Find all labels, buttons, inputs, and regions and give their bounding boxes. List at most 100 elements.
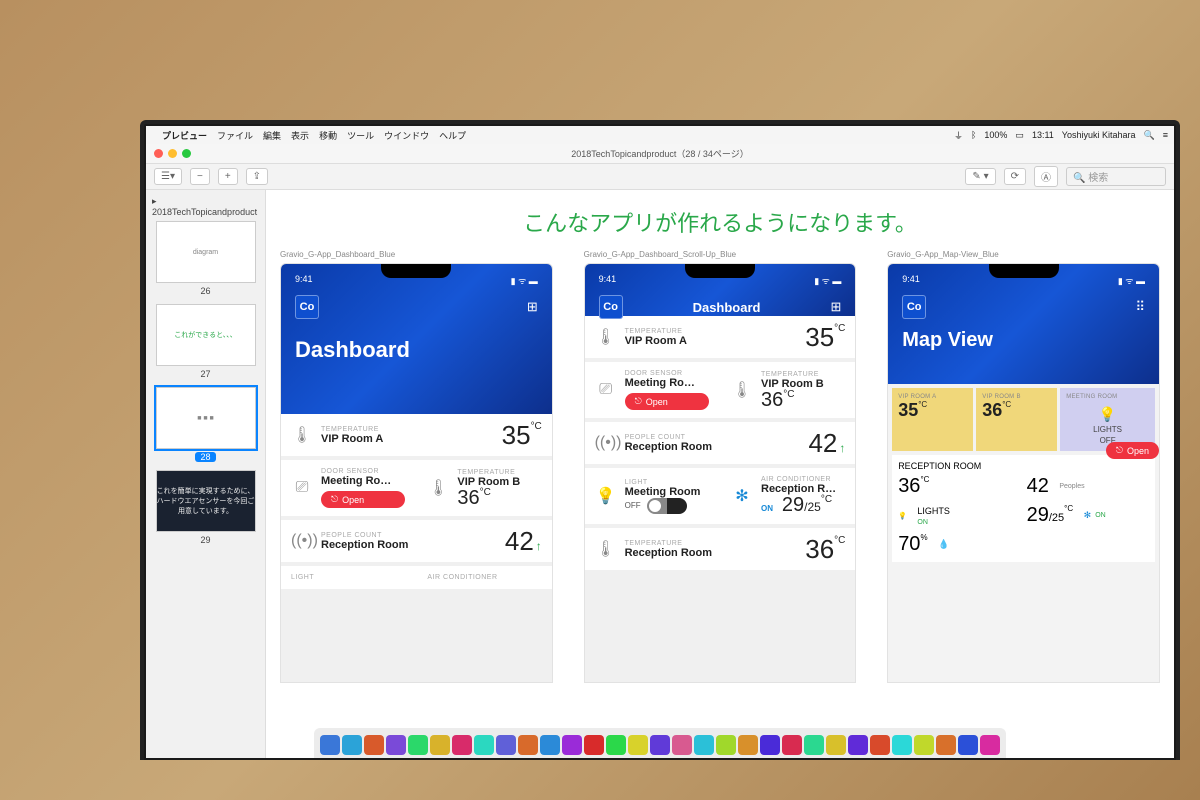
app-logo[interactable]: Co xyxy=(295,295,319,319)
dock-app[interactable] xyxy=(914,735,934,755)
dock-app[interactable] xyxy=(738,735,758,755)
card-reception-temp[interactable]: 🌡 TEMPERATURE Reception Room 36°C xyxy=(585,528,856,570)
dock-app[interactable] xyxy=(452,735,472,755)
menubar-user[interactable]: Yoshiyuki Kitahara xyxy=(1062,130,1136,140)
menu-tools[interactable]: ツール xyxy=(347,129,374,142)
card-light-cut[interactable]: LIGHT xyxy=(281,566,415,589)
menu-window[interactable]: ウインドウ xyxy=(384,129,429,142)
card-meeting-door-2[interactable]: ⎚ DOOR SENSOR Meeting Ro… ⎋ Open xyxy=(585,362,719,418)
dock-app[interactable] xyxy=(980,735,1000,755)
notch-icon xyxy=(685,264,755,278)
sidebar-toggle-button[interactable]: ☰▾ xyxy=(154,168,182,185)
card-vip-b-temp-2[interactable]: 🌡 TEMPERATURE VIP Room B 36°C xyxy=(721,363,855,418)
laptop-frame: プレビュー ファイル 編集 表示 移動 ツール ウインドウ ヘルプ ⏚ ᛒ 10… xyxy=(140,120,1180,760)
notch-icon xyxy=(989,264,1059,278)
dock-app[interactable] xyxy=(672,735,692,755)
dock-app[interactable] xyxy=(430,735,450,755)
dock-app[interactable] xyxy=(408,735,428,755)
dock-app[interactable] xyxy=(804,735,824,755)
zoom-out-button[interactable]: − xyxy=(190,168,210,185)
card-meeting-door[interactable]: ⎚ DOOR SENSOR Meeting Ro… ⎋ Open xyxy=(281,460,415,516)
clock[interactable]: 13:11 xyxy=(1032,130,1054,140)
card-reception-people[interactable]: ((•)) PEOPLE COUNT Reception Room 42↑ xyxy=(281,520,552,562)
dock-app[interactable] xyxy=(364,735,384,755)
dock-app[interactable] xyxy=(848,735,868,755)
thumb-27[interactable]: これができると、、、 27 xyxy=(152,304,259,379)
sidebar-doc-name[interactable]: ▸ 2018TechTopicandproduct xyxy=(152,196,259,217)
dock-app[interactable] xyxy=(826,735,846,755)
dock-app[interactable] xyxy=(958,735,978,755)
bluetooth-icon[interactable]: ᛒ xyxy=(971,130,976,140)
tile-reception[interactable]: RECEPTION ROOM 36°C 42 Peoples 💡 LIGHTSO… xyxy=(892,455,1155,562)
card-reception-people-2[interactable]: ((•)) PEOPLE COUNT Reception Room 42↑ xyxy=(585,422,856,464)
grid-view-icon[interactable]: ⠿ xyxy=(1135,299,1145,315)
app-logo[interactable]: Co xyxy=(902,295,926,319)
card-light-meeting[interactable]: 💡 LIGHT Meeting Room OFF xyxy=(585,471,719,522)
thumb-29[interactable]: これを簡単に実現するために、ハードウエアセンサーを今回ご用意しています。 29 xyxy=(152,470,259,545)
annotate-button[interactable]: Ⓐ xyxy=(1034,166,1058,187)
card-vip-a-temp-2[interactable]: 🌡 TEMPERATURE VIP Room A 35°C xyxy=(585,316,856,358)
dock-app[interactable] xyxy=(562,735,582,755)
card-vip-b-temp[interactable]: 🌡 TEMPERATURE VIP Room B 36°C xyxy=(417,461,551,516)
mock-label-2: Gravio_G-App_Dashboard_Scroll-Up_Blue xyxy=(584,250,857,259)
notification-center-icon[interactable]: ≡ xyxy=(1163,130,1168,140)
menu-file[interactable]: ファイル xyxy=(217,129,253,142)
thermometer-icon: 🌡 xyxy=(731,380,753,400)
menu-help[interactable]: ヘルプ xyxy=(439,129,466,142)
tile-vip-b[interactable]: VIP ROOM B 36°C xyxy=(976,388,1057,451)
tile-meeting[interactable]: MEETING ROOM 💡 LIGHTS OFF ⎋ Open xyxy=(1060,388,1155,451)
grid-view-icon[interactable]: ⊞ xyxy=(527,299,538,315)
dock-app[interactable] xyxy=(540,735,560,755)
droplet-icon: 💧 xyxy=(938,539,949,550)
macos-dock[interactable] xyxy=(314,728,1006,758)
share-button[interactable]: ⇪ xyxy=(246,168,268,185)
mock-label-3: Gravio_G-App_Map-View_Blue xyxy=(887,250,1160,259)
people-icon: ((•)) xyxy=(595,434,617,452)
dock-app[interactable] xyxy=(650,735,670,755)
phone-mock-1: 9:41 ▮ ᯤ ▬ Co ⊞ Dashboard 🌡 xyxy=(280,263,553,683)
dock-app[interactable] xyxy=(474,735,494,755)
spotlight-icon[interactable]: 🔍 xyxy=(1144,130,1155,141)
dock-app[interactable] xyxy=(342,735,362,755)
tile-vip-a[interactable]: VIP ROOM A 35°C xyxy=(892,388,973,451)
light-toggle[interactable] xyxy=(647,498,687,514)
open-badge: ⎋ Open xyxy=(321,491,405,508)
notch-icon xyxy=(381,264,451,278)
zoom-in-button[interactable]: + xyxy=(218,168,238,185)
dock-app[interactable] xyxy=(936,735,956,755)
battery-icon[interactable]: ▭ xyxy=(1015,130,1024,141)
markup-button[interactable]: ✎ ▾ xyxy=(965,168,995,185)
dock-app[interactable] xyxy=(716,735,736,755)
rotate-button[interactable]: ⟳ xyxy=(1004,168,1026,185)
grid-view-icon[interactable]: ⊞ xyxy=(830,299,841,315)
dock-app[interactable] xyxy=(320,735,340,755)
search-input[interactable]: 🔍 検索 xyxy=(1066,167,1166,186)
dock-app[interactable] xyxy=(870,735,890,755)
dock-app[interactable] xyxy=(496,735,516,755)
dock-app[interactable] xyxy=(584,735,604,755)
card-ac-cut[interactable]: AIR CONDITIONER xyxy=(417,566,551,589)
wifi-icon[interactable]: ⏚ xyxy=(954,129,963,142)
phone-mock-3: 9:41▮ ᯤ ▬ Co ⠿ Map View VIP ROOM xyxy=(887,263,1160,683)
thumb-26[interactable]: diagram 26 xyxy=(152,221,259,296)
menu-go[interactable]: 移動 xyxy=(319,129,337,142)
dock-app[interactable] xyxy=(782,735,802,755)
dock-app[interactable] xyxy=(760,735,780,755)
card-ac-reception[interactable]: ✻ AIR CONDITIONER Reception R… ON 29/25°… xyxy=(721,468,855,524)
menu-edit[interactable]: 編集 xyxy=(263,129,281,142)
dock-app[interactable] xyxy=(606,735,626,755)
status-time: 9:41 xyxy=(295,274,313,287)
app-logo[interactable]: Co xyxy=(599,295,623,319)
thumb-28[interactable]: ■ ■ ■ 28 xyxy=(152,387,259,462)
dock-app[interactable] xyxy=(518,735,538,755)
phone-mock-2: 9:41 ▮ ᯤ ▬ Co Dashboard ⊞ 🌡 xyxy=(584,263,857,683)
dock-app[interactable] xyxy=(386,735,406,755)
dock-app[interactable] xyxy=(628,735,648,755)
card-vip-a-temp[interactable]: 🌡 TEMPERATURE VIP Room A 35°C xyxy=(281,414,552,456)
menubar-app-name[interactable]: プレビュー xyxy=(162,129,207,142)
dock-app[interactable] xyxy=(694,735,714,755)
menu-view[interactable]: 表示 xyxy=(291,129,309,142)
dock-app[interactable] xyxy=(892,735,912,755)
phone1-title: Dashboard xyxy=(295,337,538,363)
phone3-hero: 9:41▮ ᯤ ▬ Co ⠿ Map View xyxy=(888,264,1159,384)
